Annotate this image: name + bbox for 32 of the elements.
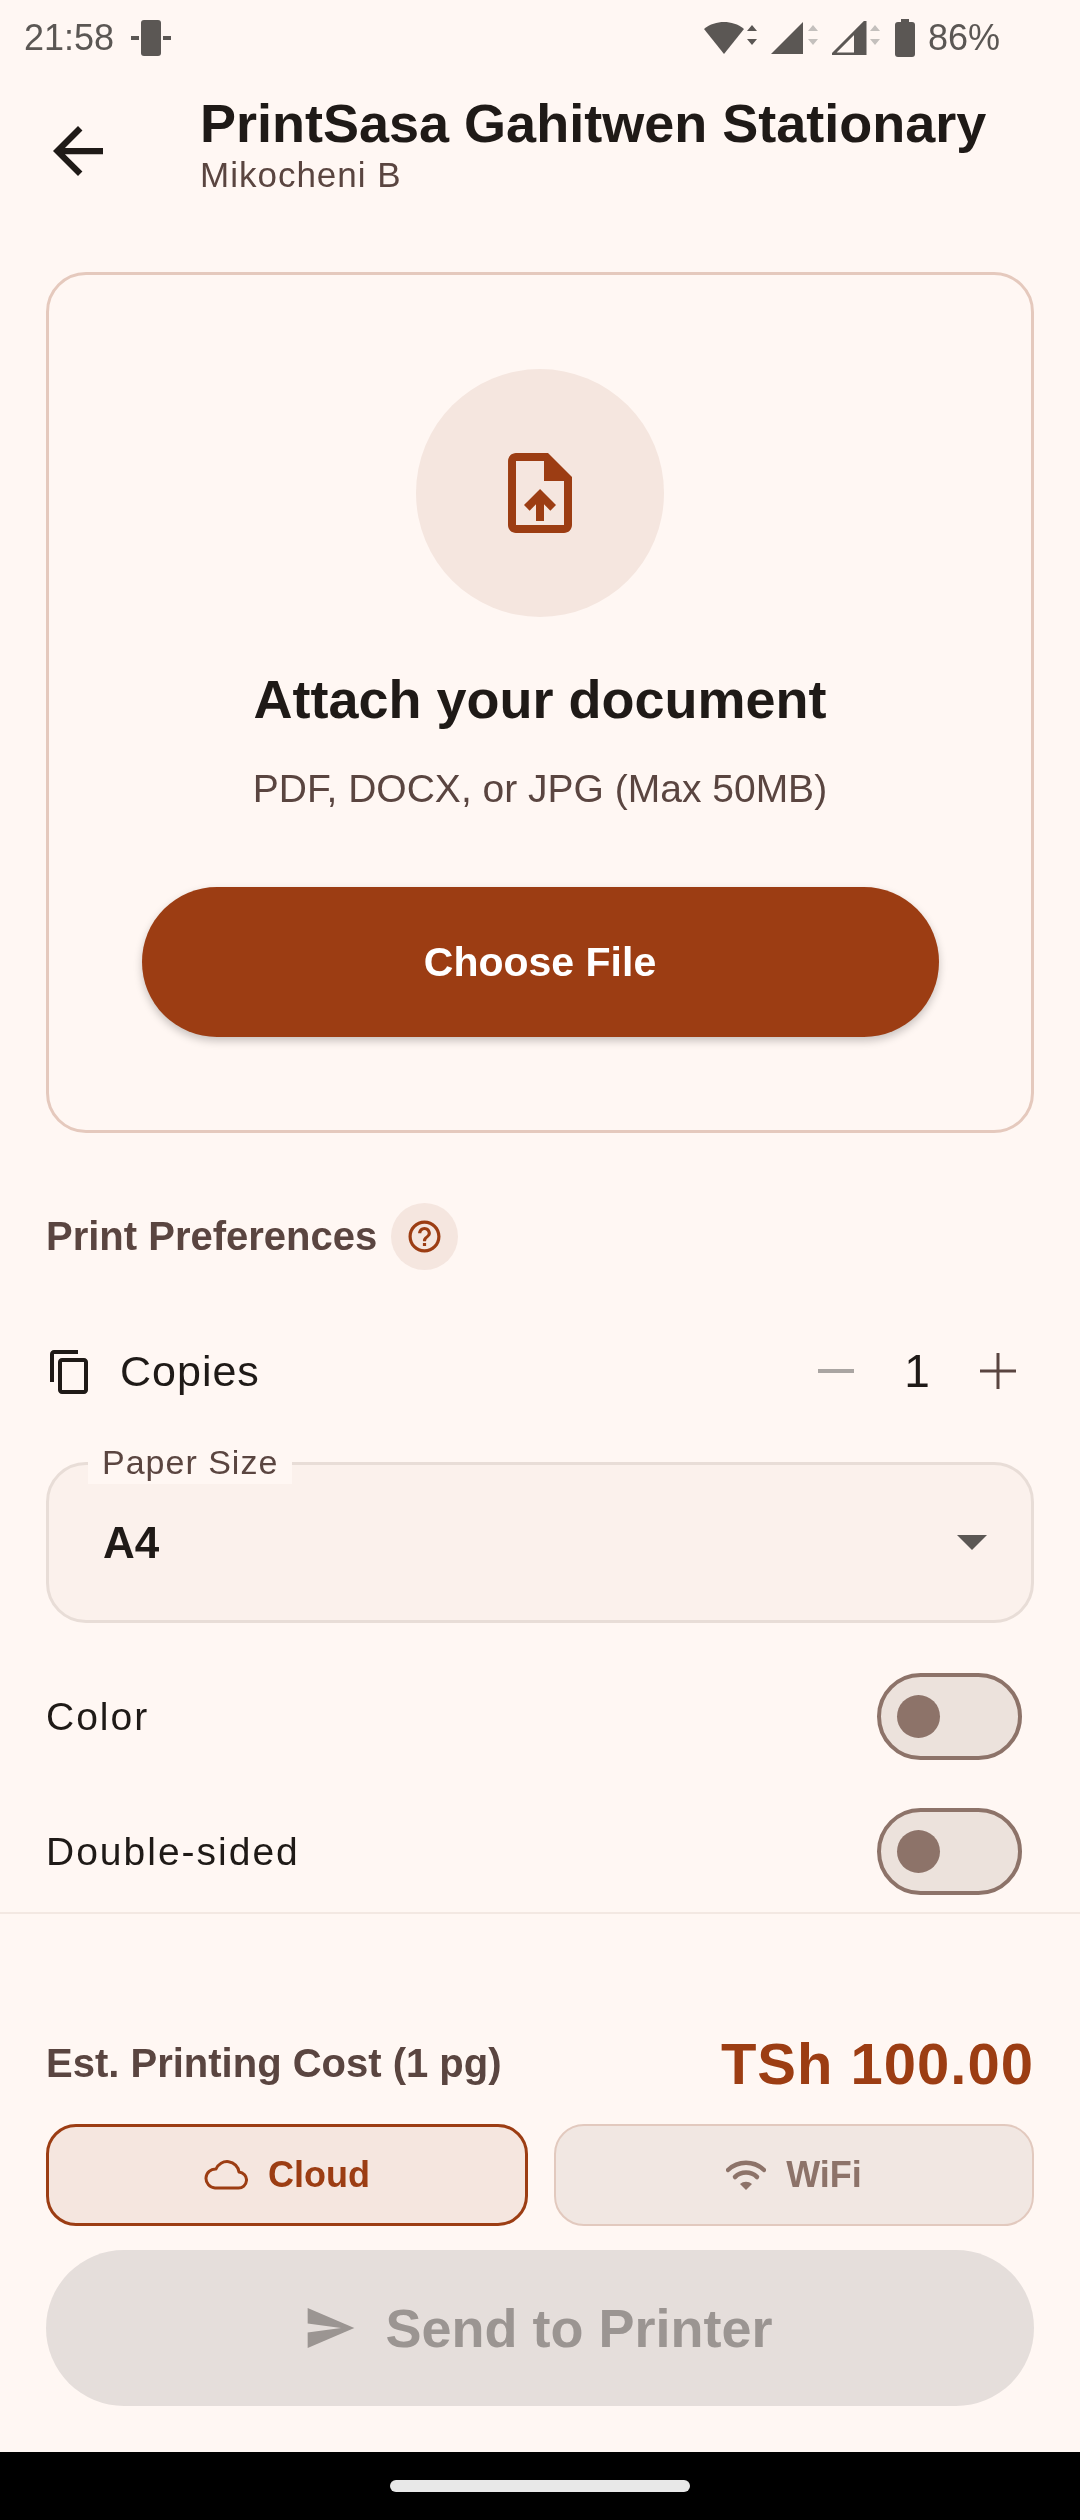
upload-hint: PDF, DOCX, or JPG (Max 50MB) (252, 766, 828, 812)
home-handle[interactable] (390, 2480, 690, 2492)
paper-size-value: A4 (103, 1517, 161, 1568)
help-icon[interactable] (391, 1203, 459, 1270)
cost-label: Est. Printing Cost (1 pg) (46, 2040, 502, 2086)
battery-icon (893, 19, 916, 57)
toggle-label: Color (46, 1694, 151, 1739)
shop-location: Mikocheni B (200, 154, 403, 196)
toggle-label: Double-sided (46, 1829, 301, 1874)
upload-title: Attach your document (253, 668, 827, 731)
back-arrow-icon (53, 126, 103, 176)
caret-icon (957, 1535, 987, 1550)
wifi-icon (726, 2159, 767, 2191)
copies-count: 1 (903, 1344, 931, 1398)
choose-file-button[interactable]: Choose File (141, 887, 939, 1037)
signal-icon (769, 21, 820, 55)
cost-value: TSh 100.00 (720, 2029, 1034, 2097)
connection-tab[interactable]: WiFi (554, 2124, 1034, 2226)
status-time: 21:58 (24, 17, 115, 59)
minus-icon (818, 1369, 854, 1373)
shop-title: PrintSasa Gahitwen Stationary (200, 92, 987, 154)
section-title: Print Preferences (46, 1214, 378, 1259)
connection-tab[interactable]: Cloud (46, 2124, 528, 2226)
send-icon (307, 2308, 356, 2348)
battery-percent: 86% (927, 17, 1000, 59)
copies-label: Copies (120, 1346, 260, 1396)
file-upload-icon (416, 369, 664, 617)
plus-icon (980, 1353, 1016, 1389)
signal-icon (831, 21, 882, 55)
cloud-icon (204, 2160, 248, 2190)
phone-link-icon (130, 18, 173, 58)
wifi-icon (703, 21, 758, 55)
